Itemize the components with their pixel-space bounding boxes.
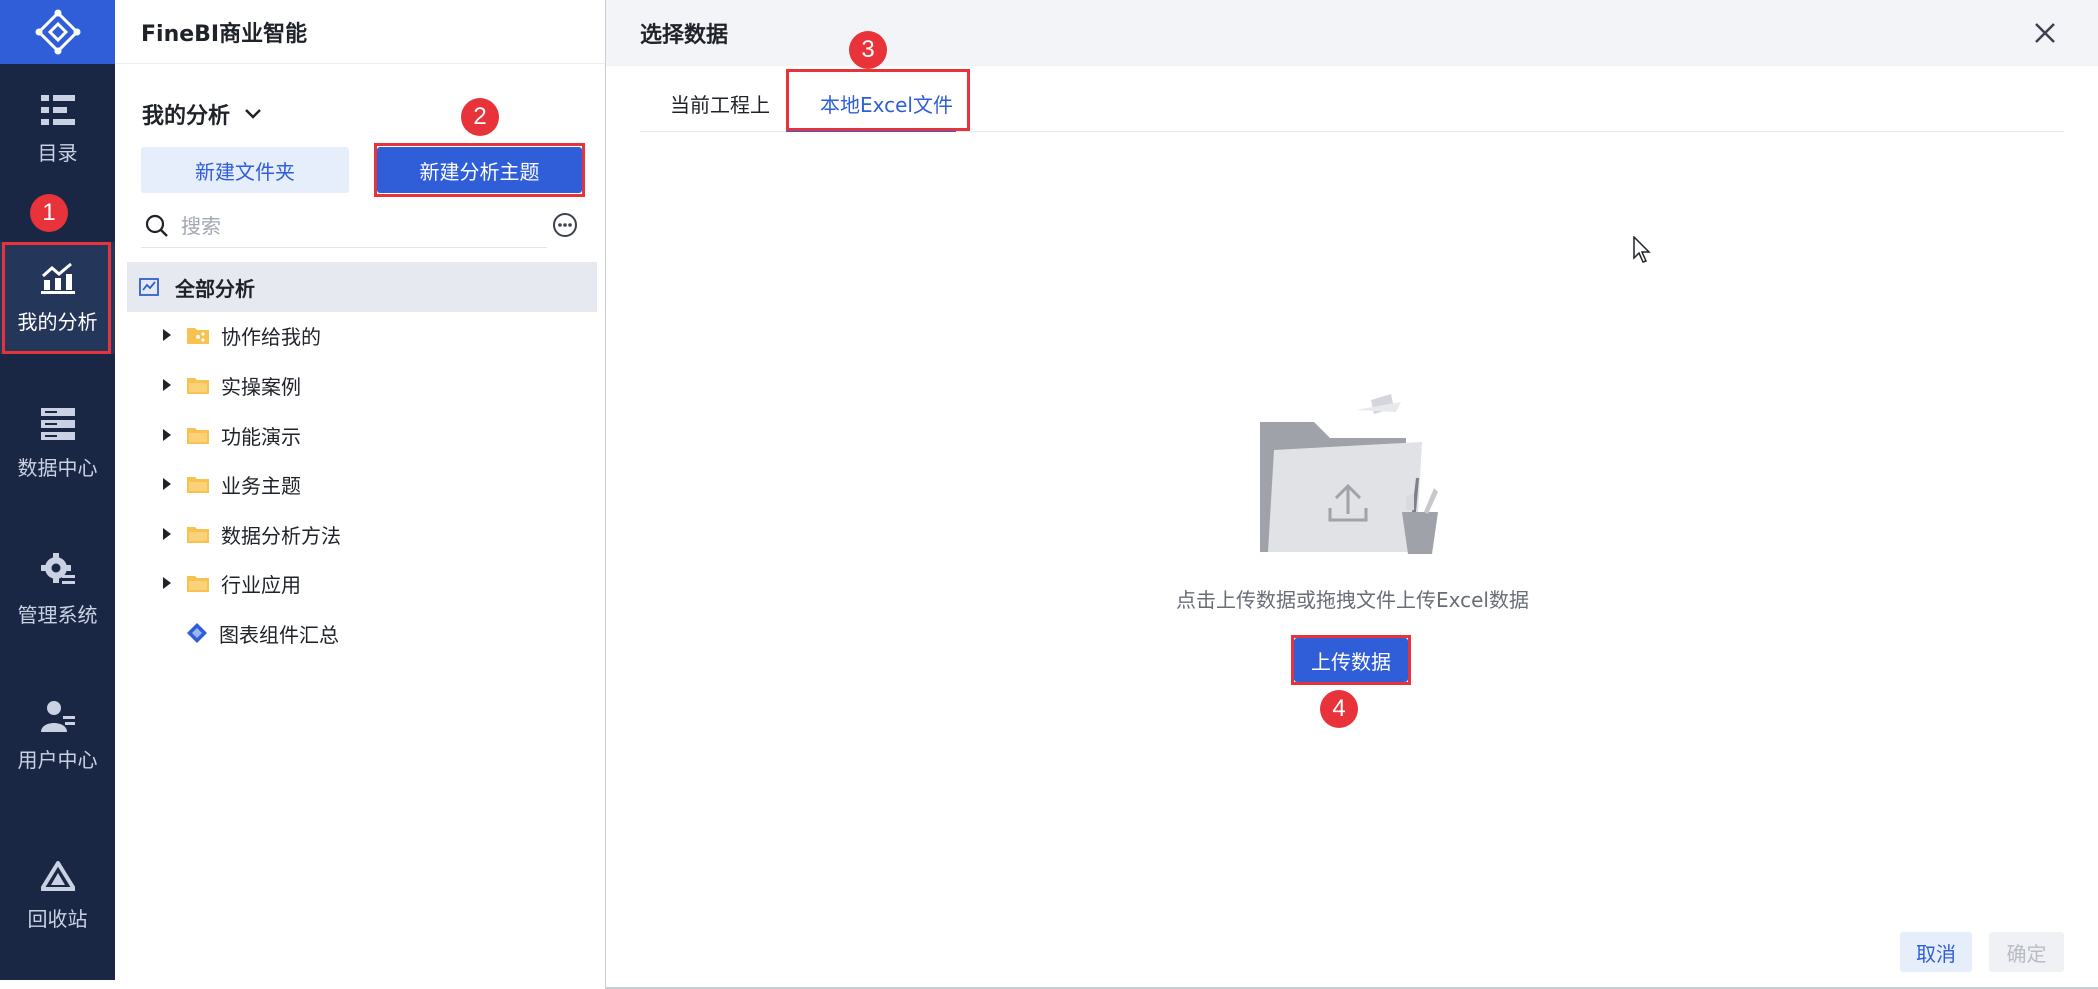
folder-icon [187,378,209,394]
tree-item-label: 数据分析方法 [221,523,341,548]
step-badge-1: 1 [30,194,68,232]
tree-root-label: 全部分析 [175,276,255,301]
tree-item[interactable]: 数据分析方法 [159,514,341,554]
rail-item-label: 数据中心 [17,455,98,480]
caret-right-icon[interactable] [159,327,175,343]
settings-gear-icon [40,552,75,584]
tree-root-all-analysis[interactable]: 全部分析 [127,262,597,312]
mouse-cursor-icon [1633,236,1651,263]
step-badge-4: 4 [1320,690,1358,728]
line-chart-icon [139,278,159,296]
caret-right-icon[interactable] [159,377,175,393]
search-icon [145,214,168,237]
tree-item-label: 功能演示 [221,424,301,449]
close-icon[interactable] [2032,20,2058,46]
app-title: FineBI商业智能 [115,0,606,64]
tree-item[interactable]: 协作给我的 [159,315,321,355]
dialog-title: 选择数据 [606,0,2098,66]
search-box [141,205,547,248]
folder-upload-illustration-icon [1260,394,1438,554]
tree-item-label: 协作给我的 [221,324,321,349]
component-icon [187,623,207,643]
folder-icon [187,576,209,592]
folder-icon [187,428,209,444]
rail-item-label: 目录 [37,140,78,165]
cancel-button[interactable]: 取消 [1900,932,1972,972]
caret-right-icon[interactable] [159,427,175,443]
rail-item-catalog[interactable]: 目录 [0,74,115,186]
step-highlight-frame [2,242,111,354]
recycle-bin-icon [40,860,75,891]
analysis-panel: FineBI商业智能 我的分析 新建文件夹 新建分析主题 搜索 全部分析 协作给… [115,0,606,989]
confirm-button[interactable]: 确定 [1989,932,2064,972]
step-badge-3: 3 [849,31,887,69]
caret-right-icon[interactable] [159,476,175,492]
side-rail: 目录 我的分析 数据中心 管理系统 用户中心 回收站 [0,0,115,980]
tree-item[interactable]: 图表组件汇总 [187,613,339,653]
rail-item-label: 回收站 [27,906,88,931]
logo-icon [35,9,80,55]
app-logo[interactable] [0,0,115,64]
chevron-down-icon [245,109,261,119]
more-options-icon[interactable] [552,212,578,238]
search-input[interactable] [181,214,521,238]
tree-item-label: 业务主题 [221,473,301,498]
caret-right-icon[interactable] [159,575,175,591]
data-center-icon [40,407,75,440]
step-highlight-frame [374,143,585,197]
rail-item-data-center[interactable]: 数据中心 [0,388,115,500]
rail-item-label: 用户中心 [17,747,98,772]
panel-title: 我的分析 [142,104,231,129]
tree-item[interactable]: 行业应用 [159,563,301,603]
rail-item-recycle-bin[interactable]: 回收站 [0,840,115,952]
upload-hint-text: 点击上传数据或拖拽文件上传Excel数据 [1176,588,1529,612]
step-badge-2: 2 [461,98,499,136]
new-folder-button[interactable]: 新建文件夹 [141,147,349,193]
folder-icon [187,527,209,543]
tree-item-label: 图表组件汇总 [219,622,339,647]
tree-item-label: 实操案例 [221,374,301,399]
folder-icon [187,477,209,493]
tree-item[interactable]: 实操案例 [159,365,301,405]
tree-item[interactable]: 业务主题 [159,464,301,504]
tree-item[interactable]: 功能演示 [159,415,301,455]
caret-right-icon[interactable] [159,526,175,542]
catalog-icon [40,94,75,125]
tab-current-project[interactable]: 当前工程上 [670,74,770,132]
panel-title-dropdown[interactable]: 我的分析 [142,98,262,130]
rail-item-management[interactable]: 管理系统 [0,534,115,646]
rail-item-user-center[interactable]: 用户中心 [0,680,115,792]
step-highlight-frame [786,69,970,131]
tree-item-label: 行业应用 [221,572,301,597]
shared-folder-icon [187,328,209,344]
step-highlight-frame [1291,635,1411,685]
rail-item-label: 管理系统 [17,602,98,627]
select-data-dialog: 选择数据 当前工程上 本地Excel文件 点击上传数据或拖拽文件上传Excel数… [605,0,2098,989]
user-icon [40,700,75,732]
